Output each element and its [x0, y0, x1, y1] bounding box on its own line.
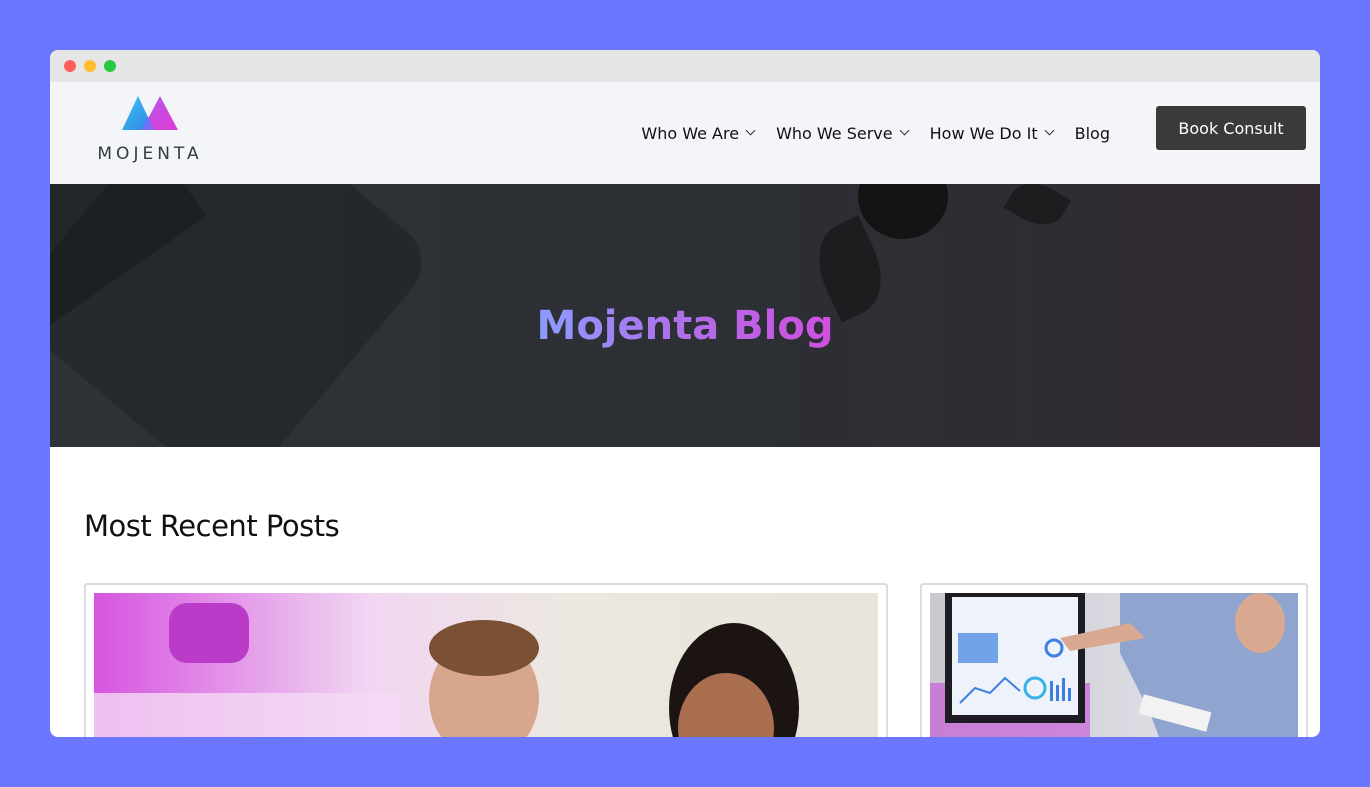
- nav-label: Who We Are: [641, 123, 740, 143]
- book-consult-button[interactable]: Book Consult: [1156, 106, 1306, 150]
- nav-who-we-are[interactable]: Who We Are: [641, 123, 756, 143]
- minimize-window-button[interactable]: [84, 60, 96, 72]
- plant-leaf-image: [1003, 184, 1072, 236]
- section-title: Most Recent Posts: [84, 509, 340, 543]
- maximize-window-button[interactable]: [104, 60, 116, 72]
- post-card[interactable]: [920, 583, 1308, 737]
- post-thumbnail: [94, 593, 878, 737]
- post-image: [930, 593, 1298, 737]
- mojenta-logo-icon: [122, 96, 178, 130]
- nav-who-we-serve[interactable]: Who We Serve: [776, 123, 910, 143]
- chevron-down-icon: [899, 125, 910, 136]
- main-navigation: Who We Are Who We Serve How We Do It Blo…: [641, 82, 1110, 184]
- page-title: Mojenta Blog: [536, 302, 834, 349]
- nav-label: Blog: [1074, 123, 1110, 143]
- post-image: [94, 593, 878, 737]
- post-card[interactable]: [84, 583, 888, 737]
- site-header: MOJENTA Who We Are Who We Serve How We D…: [50, 82, 1320, 184]
- window-titlebar: [50, 50, 1320, 82]
- nav-label: How We Do It: [929, 123, 1038, 143]
- logo-wordmark: MOJENTA: [97, 144, 203, 164]
- hero-banner: Mojenta Blog: [50, 184, 1320, 447]
- site-logo[interactable]: MOJENTA: [84, 94, 224, 164]
- chevron-down-icon: [745, 125, 756, 136]
- close-window-button[interactable]: [64, 60, 76, 72]
- nav-blog[interactable]: Blog: [1075, 124, 1110, 143]
- plant-pot-image: [858, 184, 948, 239]
- browser-window: MOJENTA Who We Are Who We Serve How We D…: [50, 50, 1320, 737]
- nav-how-we-do-it[interactable]: How We Do It: [929, 123, 1055, 143]
- chevron-down-icon: [1044, 125, 1055, 136]
- nav-label: Who We Serve: [776, 123, 893, 143]
- post-thumbnail: [930, 593, 1298, 737]
